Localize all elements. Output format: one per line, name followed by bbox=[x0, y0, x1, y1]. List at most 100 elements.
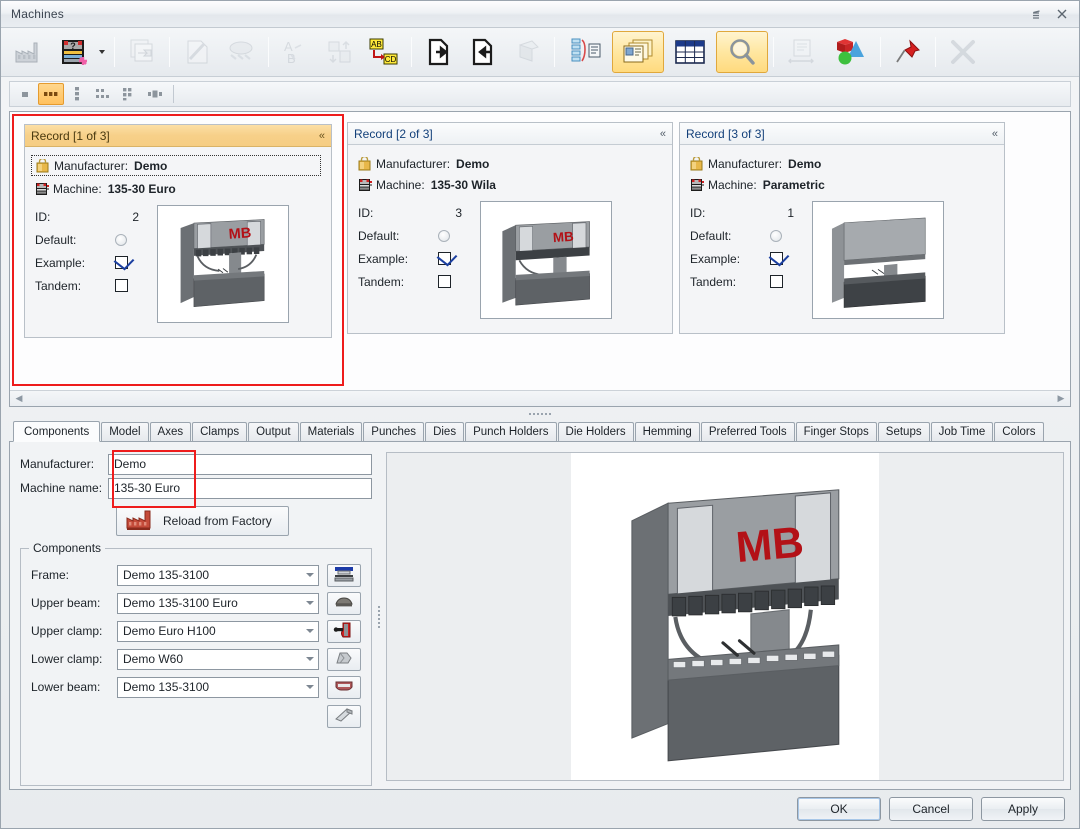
chevron-down-icon[interactable] bbox=[306, 657, 314, 661]
tab-components[interactable]: Components bbox=[13, 421, 101, 442]
purge-icon[interactable] bbox=[505, 31, 549, 73]
import-icon[interactable] bbox=[461, 31, 505, 73]
lower-beam-icon-button[interactable] bbox=[327, 675, 361, 699]
upper-beam-icon-button[interactable] bbox=[327, 591, 361, 615]
scroll-left-arrow-icon[interactable]: ◀ bbox=[12, 393, 26, 404]
view-grid-large-icon[interactable] bbox=[116, 83, 142, 105]
machine-field-3[interactable]: Machine: Parametric bbox=[690, 174, 994, 195]
tab-clamps[interactable]: Clamps bbox=[192, 422, 248, 441]
machine-thumbnail-2[interactable]: MB bbox=[480, 201, 612, 319]
scroll-right-arrow-icon[interactable]: ▶ bbox=[1054, 393, 1068, 404]
horizontal-splitter[interactable] bbox=[1, 407, 1079, 421]
upper-clamp-icon-button[interactable] bbox=[327, 619, 361, 643]
search-icon[interactable] bbox=[716, 31, 768, 73]
machine-question-icon[interactable]: ? bbox=[51, 31, 95, 73]
fit-width-icon[interactable] bbox=[779, 31, 823, 73]
manufacturer-field-3[interactable]: Manufacturer: Demo bbox=[690, 153, 994, 174]
record-card-1[interactable]: Record [1 of 3] « Manufacturer: Demo Mac… bbox=[24, 124, 332, 338]
rename-ab-icon[interactable]: A B bbox=[274, 31, 318, 73]
machine-thumbnail-3[interactable] bbox=[812, 201, 944, 319]
chevron-down-icon[interactable] bbox=[306, 573, 314, 577]
view-row-icon[interactable] bbox=[38, 83, 64, 105]
example-checkbox-2[interactable] bbox=[438, 252, 451, 265]
tab-axes[interactable]: Axes bbox=[149, 422, 192, 441]
machine-preview-panel[interactable]: MB bbox=[386, 452, 1064, 781]
tab-die-holders[interactable]: Die Holders bbox=[557, 422, 634, 441]
tab-colors[interactable]: Colors bbox=[994, 422, 1044, 441]
upper-beam-combo[interactable]: Demo 135-3100 Euro bbox=[117, 592, 319, 614]
cancel-button[interactable]: Cancel bbox=[889, 797, 973, 821]
example-checkbox-1[interactable] bbox=[115, 256, 128, 269]
vertical-splitter[interactable] bbox=[372, 452, 386, 781]
three-d-shapes-icon[interactable] bbox=[823, 31, 875, 73]
chevron-down-icon[interactable] bbox=[306, 601, 314, 605]
pin-icon[interactable] bbox=[886, 31, 930, 73]
record-card-3-header[interactable]: Record [3 of 3] « bbox=[680, 123, 1004, 145]
default-radio-1[interactable] bbox=[115, 233, 127, 246]
record-card-2[interactable]: Record [2 of 3] « Manufacturer: Demo Mac… bbox=[347, 122, 673, 334]
tandem-checkbox-2[interactable] bbox=[438, 275, 451, 288]
replace-abcd-icon[interactable]: AB CD bbox=[362, 31, 406, 73]
records-horizontal-scrollbar[interactable]: ◀ ▶ bbox=[10, 390, 1070, 406]
restore-button[interactable] bbox=[1023, 4, 1049, 24]
record-card-slot-3[interactable]: Record [3 of 3] « Manufacturer: Demo Mac… bbox=[676, 122, 1008, 334]
table-plate-icon-button[interactable] bbox=[327, 705, 361, 728]
grid-view-icon[interactable] bbox=[664, 31, 716, 73]
view-detail-icon[interactable] bbox=[142, 83, 168, 105]
record-card-slot-1[interactable]: Record [1 of 3] « Manufacturer: Demo Mac… bbox=[12, 114, 344, 386]
card-view-icon[interactable] bbox=[612, 31, 664, 73]
frame-icon-button[interactable] bbox=[327, 563, 361, 587]
cancel-x-icon[interactable] bbox=[941, 31, 985, 73]
toolbar-dropdown-caret-icon[interactable] bbox=[95, 32, 109, 72]
copy-records-icon[interactable] bbox=[120, 31, 164, 73]
manufacturer-field-1[interactable]: Manufacturer: Demo bbox=[31, 155, 321, 176]
stamp-icon[interactable] bbox=[219, 31, 263, 73]
export-icon[interactable] bbox=[417, 31, 461, 73]
machine-thumbnail-1[interactable]: MB bbox=[157, 205, 289, 323]
frame-combo[interactable]: Demo 135-3100 bbox=[117, 564, 319, 586]
tandem-checkbox-1[interactable] bbox=[115, 279, 128, 292]
machine-preview-canvas[interactable]: MB bbox=[571, 453, 879, 780]
record-card-3[interactable]: Record [3 of 3] « Manufacturer: Demo Mac… bbox=[679, 122, 1005, 334]
upper-clamp-combo[interactable]: Demo Euro H100 bbox=[117, 620, 319, 642]
machine-field-2[interactable]: Machine: 135-30 Wila bbox=[358, 174, 662, 195]
tab-job-time[interactable]: Job Time bbox=[930, 422, 994, 441]
tab-punches[interactable]: Punches bbox=[363, 422, 425, 441]
collapse-chevron-icon[interactable]: « bbox=[660, 128, 666, 140]
view-column-icon[interactable] bbox=[64, 83, 90, 105]
tab-materials[interactable]: Materials bbox=[299, 422, 363, 441]
collapse-chevron-icon[interactable]: « bbox=[319, 130, 325, 142]
close-button[interactable] bbox=[1049, 4, 1075, 24]
example-checkbox-3[interactable] bbox=[770, 252, 783, 265]
tab-dies[interactable]: Dies bbox=[425, 422, 465, 441]
tab-model[interactable]: Model bbox=[101, 422, 149, 441]
view-single-icon[interactable] bbox=[12, 83, 38, 105]
default-radio-2[interactable] bbox=[438, 229, 450, 242]
tab-punch-holders[interactable]: Punch Holders bbox=[465, 422, 557, 441]
move-order-icon[interactable] bbox=[318, 31, 362, 73]
lower-clamp-icon-button[interactable] bbox=[327, 647, 361, 671]
record-card-2-header[interactable]: Record [2 of 3] « bbox=[348, 123, 672, 145]
collapse-chevron-icon[interactable]: « bbox=[992, 128, 998, 140]
view-grid-small-icon[interactable] bbox=[90, 83, 116, 105]
lower-clamp-combo[interactable]: Demo W60 bbox=[117, 648, 319, 670]
chevron-down-icon[interactable] bbox=[306, 685, 314, 689]
factory-icon[interactable] bbox=[7, 31, 51, 73]
list-report-icon[interactable] bbox=[560, 31, 612, 73]
reload-from-factory-button[interactable]: Reload from Factory bbox=[116, 506, 289, 536]
record-card-slot-2[interactable]: Record [2 of 3] « Manufacturer: Demo Mac… bbox=[344, 122, 676, 334]
tandem-checkbox-3[interactable] bbox=[770, 275, 783, 288]
default-radio-3[interactable] bbox=[770, 229, 782, 242]
tab-output[interactable]: Output bbox=[248, 422, 299, 441]
machine-field-1[interactable]: Machine: 135-30 Euro bbox=[35, 178, 321, 199]
tab-preferred-tools[interactable]: Preferred Tools bbox=[700, 422, 795, 441]
tab-hemming[interactable]: Hemming bbox=[634, 422, 700, 441]
apply-button[interactable]: Apply bbox=[981, 797, 1065, 821]
chevron-down-icon[interactable] bbox=[306, 629, 314, 633]
tab-finger-stops[interactable]: Finger Stops bbox=[795, 422, 877, 441]
edit-diagonal-icon[interactable] bbox=[175, 31, 219, 73]
record-card-1-header[interactable]: Record [1 of 3] « bbox=[25, 125, 331, 147]
ok-button[interactable]: OK bbox=[797, 797, 881, 821]
manufacturer-field-2[interactable]: Manufacturer: Demo bbox=[358, 153, 662, 174]
tab-setups[interactable]: Setups bbox=[877, 422, 930, 441]
